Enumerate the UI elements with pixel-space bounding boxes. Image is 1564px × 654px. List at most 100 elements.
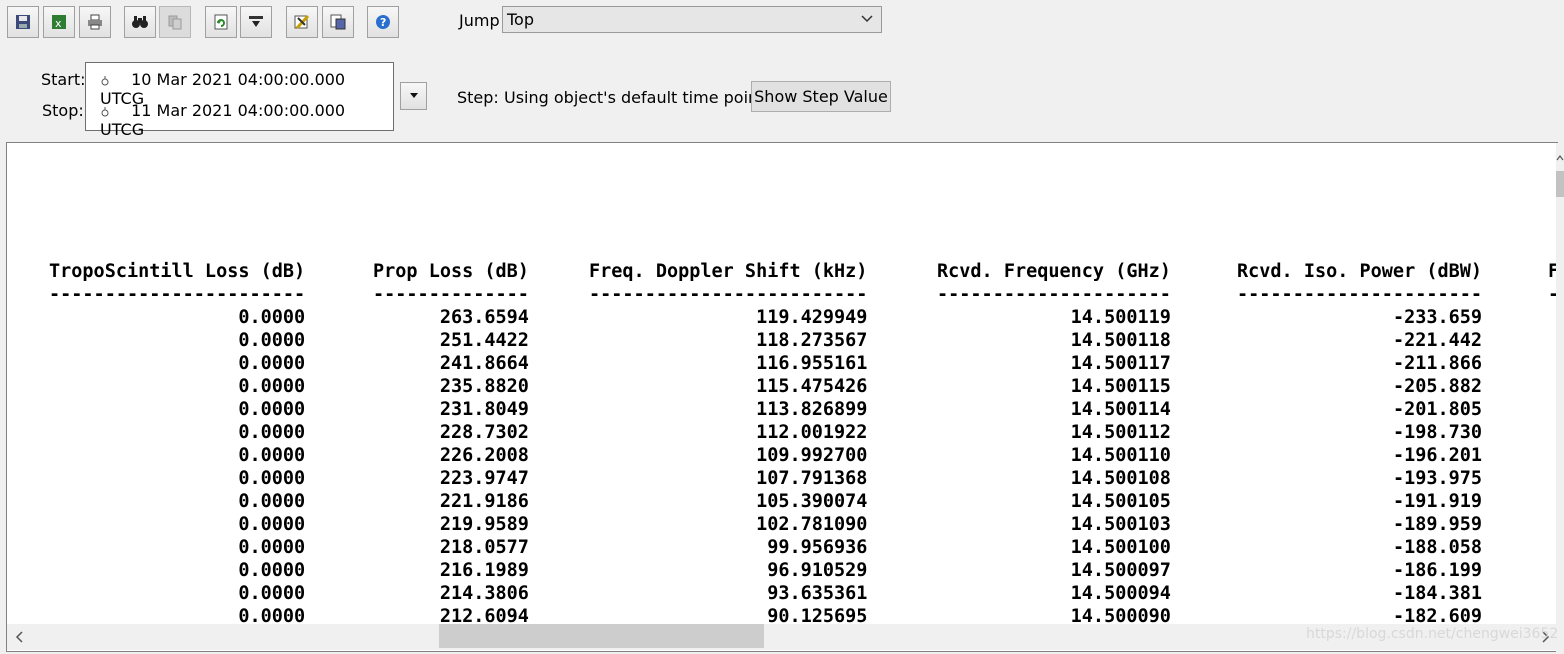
column-separator: ---------------------- <box>1237 284 1483 305</box>
export-excel-button[interactable]: x <box>43 6 75 38</box>
table-cell: 14.500118 <box>1070 330 1171 351</box>
column-header: Prop Loss (dB) <box>373 261 529 282</box>
jump-select[interactable]: Top <box>502 6 882 33</box>
table-cell: 0.0000 <box>238 560 306 581</box>
table-cell: 0.0000 <box>238 537 306 558</box>
table-cell: 216.1989 <box>439 560 529 581</box>
stop-time-field[interactable]: 11 Mar 2021 04:00:00.000 UTCG <box>100 101 393 139</box>
table-cell: 14.500117 <box>1070 353 1171 374</box>
scroll-up-icon[interactable] <box>1556 153 1564 163</box>
table-cell: 105.390074 <box>756 491 868 512</box>
table-cell: 221.9186 <box>439 491 529 512</box>
save-button[interactable] <box>7 6 39 38</box>
time-period-box[interactable]: 10 Mar 2021 04:00:00.000 UTCG 11 Mar 202… <box>85 62 394 139</box>
download-icon <box>249 16 263 27</box>
horizontal-scroll-thumb[interactable] <box>439 624 764 648</box>
properties-icon <box>294 14 310 30</box>
column-separator: -------------- <box>373 284 529 305</box>
table-cell: -188.058 <box>1392 537 1483 558</box>
table-cell: -191.919 <box>1392 491 1483 512</box>
table-cell: 14.500108 <box>1070 468 1171 489</box>
help-icon: ? <box>376 15 390 29</box>
table-cell: 0.0000 <box>238 468 306 489</box>
table-cell: 219.9589 <box>439 514 529 535</box>
table-cell: 102.781090 <box>756 514 868 535</box>
table-cell: 0.0000 <box>238 330 306 351</box>
column-header: Rcvd. Iso. Power (dBW) <box>1237 261 1483 282</box>
table-cell: -221.442 <box>1392 330 1483 351</box>
table-cell: 0.0000 <box>238 422 306 443</box>
properties-button[interactable] <box>286 6 318 38</box>
watermark: https://blog.csdn.net/chengwei3652 <box>1306 626 1559 642</box>
column-rcvd-iso-power: Rcvd. Iso. Power (dBW) ------------------… <box>1237 260 1482 628</box>
time-options-dropdown-button[interactable] <box>400 82 427 110</box>
table-cell: 228.7302 <box>439 422 529 443</box>
table-cell: 0.0000 <box>238 353 306 374</box>
clock-icon <box>101 106 109 116</box>
table-cell: 241.8664 <box>439 353 529 374</box>
help-button[interactable]: ? <box>367 6 399 38</box>
table-cell: 0.0000 <box>238 307 306 328</box>
clock-icon <box>101 75 109 85</box>
jump-label: Jump <box>459 11 500 30</box>
table-cell: 115.475426 <box>756 376 868 397</box>
table-cell: 14.500110 <box>1070 445 1171 466</box>
table-cell: 14.500115 <box>1070 376 1171 397</box>
table-cell: 0.0000 <box>238 445 306 466</box>
table-cell: 14.500105 <box>1070 491 1171 512</box>
table-cell: 226.2008 <box>439 445 529 466</box>
table-cell: 14.500112 <box>1070 422 1171 443</box>
table-cell: 14.500119 <box>1070 307 1171 328</box>
chevron-down-icon <box>861 15 873 23</box>
report-options-icon <box>330 14 346 30</box>
vertical-scroll-thumb[interactable] <box>1556 171 1564 197</box>
table-cell: 14.500097 <box>1070 560 1171 581</box>
column-header: Rcvd. Frequency (GHz) <box>937 261 1171 282</box>
svg-text:?: ? <box>380 16 386 29</box>
vertical-scrollbar[interactable] <box>1556 143 1564 652</box>
copy-button[interactable] <box>159 6 191 38</box>
start-label: Start: <box>41 70 86 89</box>
table-cell: 14.500094 <box>1070 583 1171 604</box>
table-cell: -201.805 <box>1392 399 1483 420</box>
stop-label: Stop: <box>42 101 84 120</box>
table-cell: 251.4422 <box>439 330 529 351</box>
table-cell: 109.992700 <box>756 445 868 466</box>
report-options-button[interactable] <box>322 6 354 38</box>
copy-icon <box>168 15 182 30</box>
table-cell: 218.0577 <box>439 537 529 558</box>
table-cell: -184.381 <box>1392 583 1483 604</box>
column-freq-doppler-shift: Freq. Doppler Shift (kHz) ---------------… <box>589 260 867 628</box>
report-panel[interactable]: TropoScintill Loss (dB) -----------------… <box>6 142 1558 652</box>
table-cell: 14.500114 <box>1070 399 1171 420</box>
table-cell: 119.429949 <box>756 307 868 328</box>
column-rcvd-frequency: Rcvd. Frequency (GHz) -------------------… <box>937 260 1171 628</box>
print-icon <box>88 14 102 30</box>
column-separator: ----------------------- <box>49 284 306 305</box>
column-separator: ------------------------- <box>589 284 868 305</box>
step-value: Using object's default time points <box>504 88 773 107</box>
show-step-value-button[interactable]: Show Step Value <box>751 81 891 112</box>
table-cell: 14.500103 <box>1070 514 1171 535</box>
save-icon <box>16 15 30 29</box>
table-cell: 231.8049 <box>439 399 529 420</box>
download-button[interactable] <box>240 6 272 38</box>
table-cell: 223.9747 <box>439 468 529 489</box>
table-cell: -186.199 <box>1392 560 1483 581</box>
table-cell: 235.8820 <box>439 376 529 397</box>
table-cell: 112.001922 <box>756 422 868 443</box>
stop-time-value: 11 Mar 2021 04:00:00.000 UTCG <box>100 101 346 139</box>
table-cell: -205.882 <box>1392 376 1483 397</box>
find-icon <box>132 16 148 28</box>
table-cell: -233.659 <box>1392 307 1483 328</box>
table-cell: 107.791368 <box>756 468 868 489</box>
scroll-left-icon[interactable] <box>15 631 25 643</box>
column-separator: --------------------- <box>937 284 1171 305</box>
refresh-button[interactable] <box>205 6 237 38</box>
print-button[interactable] <box>79 6 111 38</box>
table-cell: 99.956936 <box>767 537 868 558</box>
table-cell: -189.959 <box>1392 514 1483 535</box>
find-button[interactable] <box>124 6 156 38</box>
table-cell: 93.635361 <box>767 583 868 604</box>
table-cell: 0.0000 <box>238 376 306 397</box>
